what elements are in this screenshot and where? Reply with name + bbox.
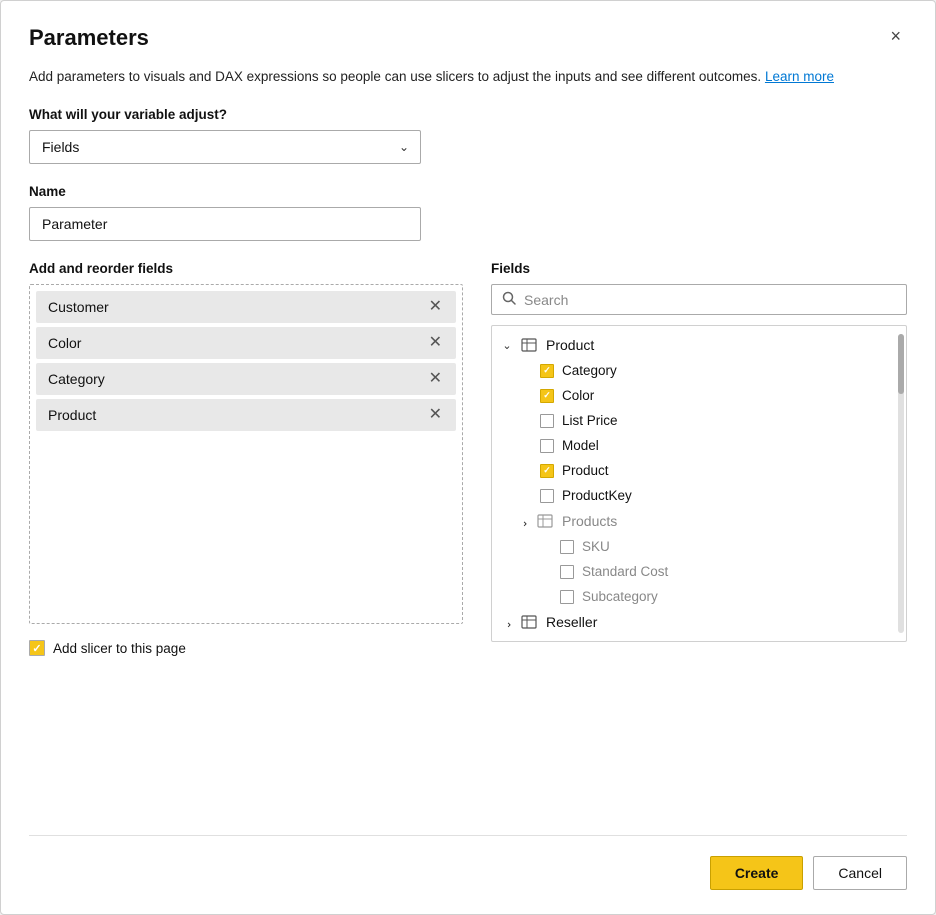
tree-child-color[interactable]: Color [492,383,906,408]
tree-child-standardcost[interactable]: Standard Cost [492,559,906,584]
learn-more-link[interactable]: Learn more [765,69,834,84]
name-input[interactable] [29,207,421,241]
parameters-dialog: Parameters × Add parameters to visuals a… [0,0,936,915]
fields-header: Fields [491,261,907,276]
remove-customer-button[interactable]: ✕ [427,299,444,315]
tree-label-products: Products [562,513,617,529]
tree-label-product: Product [546,337,594,353]
list-item-label: Color [48,335,427,351]
tree-child-subcategory[interactable]: Subcategory [492,584,906,609]
checkbox-listprice[interactable] [540,414,554,428]
tree-child-product[interactable]: Product [492,458,906,483]
add-slicer-label: Add slicer to this page [53,641,186,656]
name-section: Name [29,184,907,241]
table-icon-reseller [520,614,538,630]
tree-label-productkey: ProductKey [562,488,632,503]
add-slicer-row: Add slicer to this page [29,640,463,656]
dialog-header: Parameters × [29,25,907,51]
variable-section: What will your variable adjust? Fields N… [29,107,907,164]
cancel-button[interactable]: Cancel [813,856,907,890]
dialog-footer: Create Cancel [29,835,907,890]
reorder-list: Customer ✕ Color ✕ Category ✕ Product ✕ [29,284,463,624]
list-item[interactable]: Customer ✕ [36,291,456,323]
checkbox-model[interactable] [540,439,554,453]
add-reorder-label: Add and reorder fields [29,261,463,276]
search-input[interactable] [524,292,896,308]
tree-label-category: Category [562,363,617,378]
tree-label-model: Model [562,438,599,453]
list-item-label: Category [48,371,427,387]
search-icon [502,291,516,308]
left-panel: Add and reorder fields Customer ✕ Color … [29,261,463,815]
fields-tree: ⌄ Product Category [491,325,907,642]
table-icon [520,337,538,353]
close-button[interactable]: × [884,25,907,47]
list-item-label: Customer [48,299,427,315]
fields-row: Add and reorder fields Customer ✕ Color … [29,261,907,815]
add-slicer-checkbox[interactable] [29,640,45,656]
checkbox-product[interactable] [540,464,554,478]
tree-parent-products[interactable]: ⌄ Products [492,508,906,534]
checkbox-subcategory[interactable] [560,590,574,604]
create-button[interactable]: Create [710,856,804,890]
list-item[interactable]: Product ✕ [36,399,456,431]
tree-label-product-child: Product [562,463,609,478]
tree-child-listprice[interactable]: List Price [492,408,906,433]
tree-label-color: Color [562,388,594,403]
checkbox-sku[interactable] [560,540,574,554]
tree-child-category[interactable]: Category [492,358,906,383]
chevron-right-icon: ⌄ [517,514,530,528]
tree-child-productkey[interactable]: ProductKey [492,483,906,508]
remove-color-button[interactable]: ✕ [427,335,444,351]
chevron-right-icon-reseller: ⌄ [501,615,514,629]
tree-parent-reseller[interactable]: ⌄ Reseller [492,609,906,635]
name-label: Name [29,184,907,199]
tree-child-sku[interactable]: SKU [492,534,906,559]
list-item[interactable]: Category ✕ [36,363,456,395]
checkbox-standardcost[interactable] [560,565,574,579]
chevron-down-icon: ⌄ [500,339,514,352]
description-text: Add parameters to visuals and DAX expres… [29,67,907,87]
tree-label-listprice: List Price [562,413,618,428]
checkbox-color[interactable] [540,389,554,403]
variable-dropdown-wrapper: Fields Numeric range Date range ⌄ [29,130,421,164]
variable-dropdown[interactable]: Fields Numeric range Date range [29,130,421,164]
tree-label-standardcost: Standard Cost [582,564,668,579]
variable-label: What will your variable adjust? [29,107,907,122]
search-box [491,284,907,315]
list-item-label: Product [48,407,427,423]
checkbox-category[interactable] [540,364,554,378]
table-icon-products [536,513,554,529]
tree-child-model[interactable]: Model [492,433,906,458]
right-panel: Fields ⌄ [491,261,907,815]
list-item[interactable]: Color ✕ [36,327,456,359]
tree-label-subcategory: Subcategory [582,589,658,604]
checkbox-productkey[interactable] [540,489,554,503]
scrollbar-thumb[interactable] [898,334,904,394]
remove-product-button[interactable]: ✕ [427,407,444,423]
dialog-title: Parameters [29,25,149,51]
tree-label-reseller: Reseller [546,614,597,630]
tree-label-sku: SKU [582,539,610,554]
tree-parent-product[interactable]: ⌄ Product [492,332,906,358]
remove-category-button[interactable]: ✕ [427,371,444,387]
scrollbar-track[interactable] [898,334,904,633]
